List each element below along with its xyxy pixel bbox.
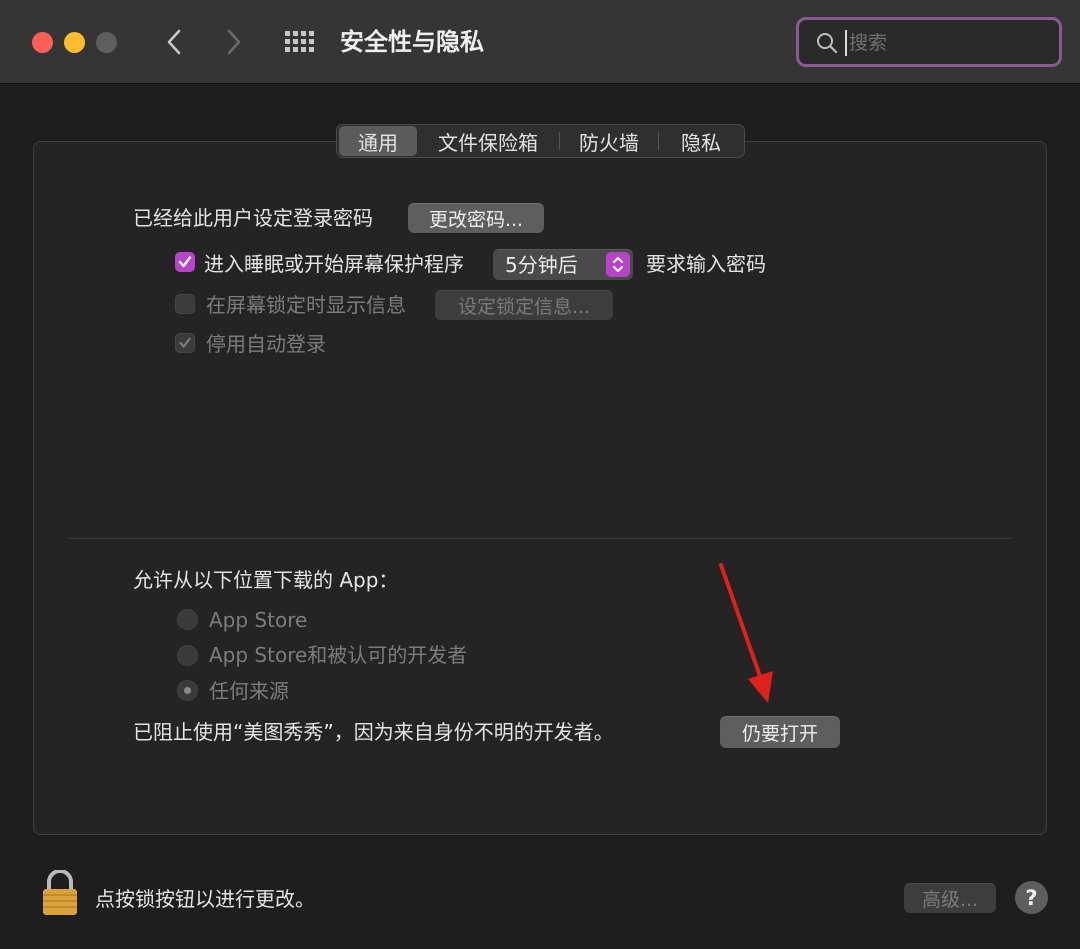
tab-firewall[interactable]: 防火墙 <box>560 126 658 156</box>
title-bar: 安全性与隐私 <box>0 0 1080 84</box>
search-field[interactable] <box>796 17 1062 67</box>
change-password-button[interactable]: 更改密码... <box>408 203 544 233</box>
show-all-button[interactable] <box>282 24 318 60</box>
show-message-label: 在屏幕锁定时显示信息 <box>206 293 406 317</box>
help-button[interactable]: ? <box>1015 881 1048 914</box>
disable-autologin-checkbox[interactable] <box>175 333 195 353</box>
password-set-label: 已经给此用户设定登录密码 <box>133 206 373 230</box>
option-app-store-label: App Store <box>209 608 308 632</box>
require-password-label: 进入睡眠或开始屏幕保护程序 <box>204 252 464 276</box>
close-window-button[interactable] <box>32 32 53 53</box>
updown-arrows-icon <box>613 257 623 272</box>
lock-icon <box>43 869 77 915</box>
search-icon <box>817 33 838 54</box>
radio-app-store[interactable] <box>177 609 198 630</box>
require-password-checkbox[interactable] <box>175 252 195 272</box>
downloads-heading: 允许从以下位置下载的 App： <box>133 568 399 592</box>
forward-button[interactable] <box>216 24 252 60</box>
disable-autologin-label: 停用自动登录 <box>206 332 326 356</box>
select-stepper[interactable] <box>606 252 630 277</box>
zoom-window-button[interactable] <box>96 32 117 53</box>
require-password-suffix: 要求输入密码 <box>646 252 766 276</box>
minimize-window-button[interactable] <box>64 32 85 53</box>
back-button[interactable] <box>156 24 192 60</box>
radio-dot <box>184 687 191 694</box>
tab-privacy[interactable]: 隐私 <box>659 126 743 156</box>
set-lock-message-button[interactable]: 设定锁定信息... <box>435 290 613 320</box>
annotation-arrow <box>719 563 773 703</box>
option-identified-developers-label: App Store和被认可的开发者 <box>209 643 468 667</box>
section-divider <box>69 538 1011 539</box>
back-chevron-icon <box>167 29 181 55</box>
tab-bar: 通用 文件保险箱 防火墙 隐私 <box>336 124 745 158</box>
search-input[interactable] <box>847 29 1051 57</box>
lock-button[interactable] <box>40 869 80 916</box>
window-title: 安全性与隐私 <box>340 28 484 56</box>
require-password-delay-select[interactable]: 5分钟后 <box>493 249 633 280</box>
radio-anywhere[interactable] <box>177 680 198 701</box>
forward-chevron-icon <box>227 29 241 55</box>
lock-hint-text: 点按锁按钮以进行更改。 <box>95 887 315 911</box>
grid-icon <box>285 31 314 52</box>
select-value: 5分钟后 <box>505 253 578 277</box>
checkmark-icon <box>178 256 192 268</box>
tab-general[interactable]: 通用 <box>339 126 417 156</box>
open-anyway-button[interactable]: 仍要打开 <box>720 716 840 748</box>
tab-filevault[interactable]: 文件保险箱 <box>417 126 559 156</box>
checkmark-icon <box>179 337 191 348</box>
radio-identified-developers[interactable] <box>177 645 198 666</box>
show-message-checkbox[interactable] <box>175 294 195 314</box>
advanced-button[interactable]: 高级... <box>904 883 996 913</box>
blocked-app-message: 已阻止使用“美图秀秀”，因为来自身份不明的开发者。 <box>133 720 614 744</box>
option-anywhere-label: 任何来源 <box>209 679 289 703</box>
question-icon: ? <box>1025 885 1038 910</box>
